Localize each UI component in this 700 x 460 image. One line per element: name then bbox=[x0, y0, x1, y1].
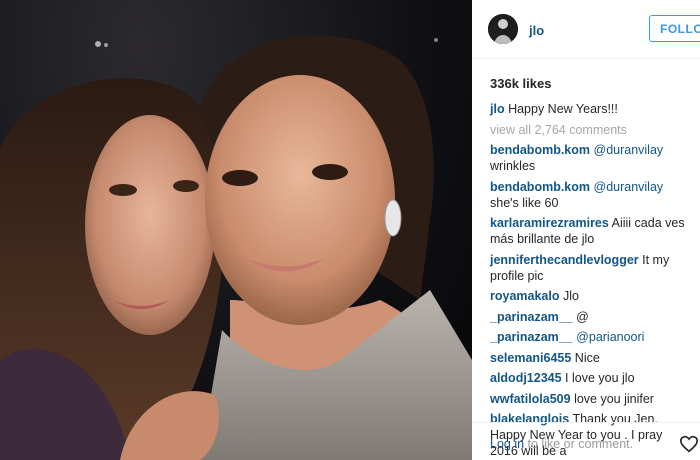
heart-icon[interactable] bbox=[679, 435, 699, 453]
comment-item: bendabomb.kom @duranvilay wrinkles bbox=[490, 142, 690, 174]
comment-author[interactable]: jenniferthecandlevlogger bbox=[490, 253, 639, 267]
comment-author[interactable]: karlaramirezramires bbox=[490, 216, 609, 230]
comment-item: bendabomb.kom @duranvilay she's like 60 bbox=[490, 179, 690, 211]
comment-item: karlaramirezramires Aiiii cada ves más b… bbox=[490, 215, 690, 247]
comment-mention[interactable]: @duranvilay bbox=[594, 180, 664, 194]
comment-author[interactable]: selemani6455 bbox=[490, 351, 571, 365]
selfie-illustration bbox=[0, 35, 472, 460]
comment-mention[interactable]: @duranvilay bbox=[594, 143, 664, 157]
comment-author[interactable]: wwfatilola509 bbox=[490, 392, 571, 406]
comment-author[interactable]: aldodj12345 bbox=[490, 371, 562, 385]
comment-author[interactable]: bendabomb.kom bbox=[490, 180, 590, 194]
comment-author[interactable]: _parinazam__ bbox=[490, 330, 573, 344]
comment-item: selemani6455 Nice bbox=[490, 350, 690, 366]
comment-mention[interactable]: @parianoori bbox=[576, 330, 644, 344]
comment-list: jlo Happy New Years!!! view all 2,764 co… bbox=[490, 101, 690, 460]
post-side-panel: jlo FOLLOW 336k likes jlo Happy New Year… bbox=[472, 0, 700, 460]
login-prompt-text: to like or comment. bbox=[524, 437, 634, 451]
follow-button[interactable]: FOLLOW bbox=[649, 15, 700, 42]
caption-author[interactable]: jlo bbox=[490, 102, 505, 116]
profile-avatar-icon[interactable] bbox=[488, 14, 518, 44]
comment-text: wrinkles bbox=[490, 159, 536, 173]
comment-author[interactable]: _parinazam__ bbox=[490, 310, 573, 324]
comment-text: Nice bbox=[571, 350, 600, 365]
comment-text: I love you jlo bbox=[561, 371, 635, 385]
comment-author[interactable]: royamakalo bbox=[490, 289, 559, 303]
comment-item: royamakalo Jlo bbox=[490, 288, 690, 304]
comment-text: @ bbox=[572, 309, 589, 324]
comment-text: Jlo bbox=[559, 289, 579, 303]
comment-item: wwfatilola509 love you jinifer bbox=[490, 391, 690, 407]
login-link[interactable]: Log in bbox=[490, 437, 524, 451]
comment-text: love you jinifer bbox=[570, 391, 654, 406]
login-prompt: Log in to like or comment. bbox=[490, 437, 633, 451]
caption-text: Happy New Years!!! bbox=[508, 102, 618, 116]
caption: jlo Happy New Years!!! bbox=[490, 101, 690, 117]
likes-count[interactable]: 336k likes bbox=[490, 76, 551, 91]
comment-item: jenniferthecandlevlogger It my profile p… bbox=[490, 252, 690, 284]
post-header: jlo FOLLOW bbox=[472, 0, 700, 59]
view-all-comments-link[interactable]: view all 2,764 comments bbox=[490, 122, 690, 138]
comment-item: _parinazam__ @parianoori bbox=[490, 329, 690, 345]
post-photo[interactable] bbox=[0, 0, 472, 460]
comment-item: _parinazam__ @ bbox=[490, 309, 690, 325]
post-footer: Log in to like or comment. bbox=[472, 422, 700, 460]
post-username[interactable]: jlo bbox=[529, 23, 544, 38]
comment-author[interactable]: bendabomb.kom bbox=[490, 143, 590, 157]
comment-text: she's like 60 bbox=[490, 195, 559, 210]
comment-item: aldodj12345 I love you jlo bbox=[490, 370, 690, 386]
